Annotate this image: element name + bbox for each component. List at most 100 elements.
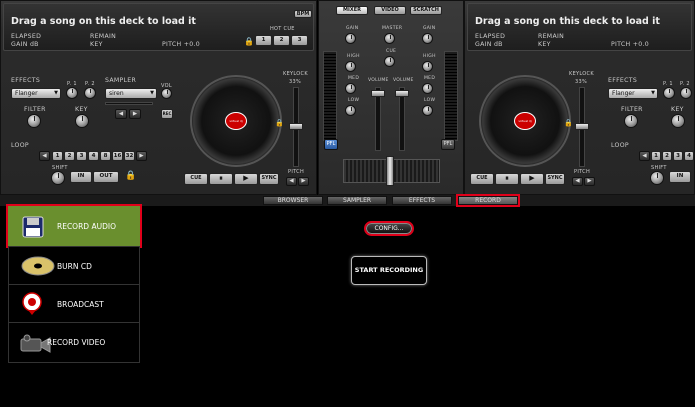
sidebar-item-label: RECORD VIDEO: [47, 338, 106, 347]
left-loop-next-button[interactable]: ▶: [136, 151, 147, 161]
sidebar-item-burn-cd[interactable]: BURN CD: [8, 246, 140, 286]
right-pitch-fader-handle[interactable]: [575, 123, 589, 130]
right-platter-lock-icon[interactable]: 🔒: [564, 119, 573, 127]
left-bpm-button[interactable]: BPM: [294, 10, 312, 18]
right-cue-button[interactable]: CUE: [470, 173, 494, 185]
tab-browser[interactable]: BROWSER: [263, 196, 323, 205]
left-p2-knob[interactable]: [84, 87, 96, 99]
left-effects-label: EFFECTS: [11, 77, 41, 84]
left-pitch-up-button[interactable]: ▶: [298, 177, 309, 186]
tab-video[interactable]: VIDEO: [374, 6, 406, 15]
left-loop-3-button[interactable]: 3: [76, 151, 87, 161]
left-play-pause-button[interactable]: ⏸: [209, 173, 233, 185]
right-effect-select[interactable]: Flanger: [608, 88, 658, 99]
left-hot-cue-label: HOT CUE: [270, 26, 295, 32]
right-med-knob[interactable]: [422, 83, 433, 94]
left-key-knob-label: KEY: [75, 106, 88, 113]
right-loop-3-button[interactable]: 3: [673, 151, 683, 161]
left-high-knob[interactable]: [345, 61, 356, 72]
left-volume-fader-handle[interactable]: [371, 90, 385, 97]
right-gain-knob[interactable]: [422, 33, 433, 44]
left-deck: Drag a song on this deck to load it ELAP…: [0, 0, 317, 195]
right-high-knob[interactable]: [422, 61, 433, 72]
left-sampler-prev-button[interactable]: ◀: [115, 109, 127, 119]
right-low-knob[interactable]: [422, 105, 433, 116]
right-pfl-button[interactable]: PFL: [441, 139, 455, 150]
left-turntable-platter[interactable]: virtual dj: [190, 75, 282, 167]
left-pitch-down-button[interactable]: ◀: [286, 177, 297, 186]
right-loop-prev-button[interactable]: ◀: [639, 151, 650, 161]
left-elapsed-label: ELAPSED: [11, 33, 42, 40]
left-loop-8-button[interactable]: 8: [100, 151, 111, 161]
left-loop-2-button[interactable]: 2: [64, 151, 75, 161]
tab-record[interactable]: RECORD: [456, 194, 520, 207]
right-key-knob[interactable]: [671, 114, 685, 128]
right-pitch-down-button[interactable]: ◀: [572, 177, 583, 186]
left-key-knob[interactable]: [75, 114, 89, 128]
left-loop-4-button[interactable]: 4: [88, 151, 99, 161]
right-loop-2-button[interactable]: 2: [662, 151, 672, 161]
right-sync-button[interactable]: SYNC: [545, 173, 565, 185]
sidebar-item-broadcast[interactable]: BROADCAST: [8, 284, 140, 324]
tab-sampler[interactable]: SAMPLER: [327, 196, 387, 205]
sidebar-item-label: RECORD AUDIO: [57, 221, 116, 231]
lock-icon: 🔒: [244, 37, 254, 46]
right-p1-knob[interactable]: [663, 87, 675, 99]
left-loop-1-button[interactable]: 1: [52, 151, 63, 161]
left-med-knob[interactable]: [345, 83, 356, 94]
right-stop-button[interactable]: ▶: [520, 173, 544, 185]
right-loop-in-button[interactable]: IN: [669, 171, 691, 183]
left-loop-prev-button[interactable]: ◀: [39, 151, 50, 161]
right-play-pause-button[interactable]: ⏸: [495, 173, 519, 185]
hot-cue-2-button[interactable]: 2: [273, 35, 290, 46]
crossfader-handle[interactable]: [386, 156, 394, 186]
left-sync-button[interactable]: SYNC: [259, 173, 279, 185]
right-high-label: HIGH: [423, 54, 436, 59]
left-remain-label: REMAIN: [90, 33, 117, 40]
left-sampler-next-button[interactable]: ▶: [129, 109, 141, 119]
right-loop-1-button[interactable]: 1: [651, 151, 661, 161]
cue-mix-knob[interactable]: [384, 56, 395, 67]
left-pfl-button[interactable]: PFL: [324, 139, 338, 150]
left-loop-out-button[interactable]: OUT: [93, 171, 119, 183]
left-stop-button[interactable]: ▶: [234, 173, 258, 185]
tab-mixer[interactable]: MIXER: [336, 6, 368, 15]
sidebar-item-record-video[interactable]: RECORD VIDEO: [8, 322, 140, 363]
right-filter-knob[interactable]: [624, 114, 638, 128]
right-key-label: KEY: [538, 41, 551, 48]
left-loop-32-button[interactable]: 32: [124, 151, 135, 161]
left-loop-in-button[interactable]: IN: [70, 171, 92, 183]
right-turntable-platter[interactable]: virtual dj: [479, 75, 571, 167]
mixer-gain-left-label: GAIN: [346, 26, 359, 31]
right-p2-knob[interactable]: [680, 87, 692, 99]
tab-effects[interactable]: EFFECTS: [392, 196, 452, 205]
tab-scratch[interactable]: SCRATCH: [410, 6, 442, 15]
hot-cue-1-button[interactable]: 1: [255, 35, 272, 46]
left-gain-knob[interactable]: [345, 33, 356, 44]
hot-cue-3-button[interactable]: 3: [291, 35, 308, 46]
start-recording-button[interactable]: START RECORDING: [351, 256, 427, 285]
master-knob[interactable]: [384, 33, 395, 44]
left-p1-knob[interactable]: [66, 87, 78, 99]
left-cue-button[interactable]: CUE: [184, 173, 208, 185]
left-loop-16-button[interactable]: 16: [112, 151, 123, 161]
sidebar-item-record-audio[interactable]: RECORD AUDIO: [6, 204, 142, 248]
left-low-knob[interactable]: [345, 105, 356, 116]
left-gain-label: GAIN dB: [11, 41, 39, 48]
right-pitch-up-button[interactable]: ▶: [584, 177, 595, 186]
left-sampler-vol-knob[interactable]: [161, 88, 172, 99]
loop-lock-icon[interactable]: 🔒: [125, 171, 136, 181]
right-shift-knob[interactable]: [650, 171, 664, 185]
right-loop-4-button[interactable]: 4: [684, 151, 694, 161]
left-sampler-select[interactable]: siren: [105, 88, 157, 99]
right-volume-fader-handle[interactable]: [395, 90, 409, 97]
left-platter-lock-icon[interactable]: 🔒: [275, 119, 284, 127]
right-effects-label: EFFECTS: [608, 77, 638, 84]
left-shift-knob[interactable]: [51, 171, 65, 185]
left-filter-knob[interactable]: [27, 114, 41, 128]
left-effect-select[interactable]: Flanger: [11, 88, 61, 99]
config-button[interactable]: CONFIG...: [364, 221, 414, 236]
left-sampler-rec-button[interactable]: REC: [161, 109, 173, 119]
cue-mix-label: CUE: [386, 49, 397, 54]
left-pitch-fader-handle[interactable]: [289, 123, 303, 130]
